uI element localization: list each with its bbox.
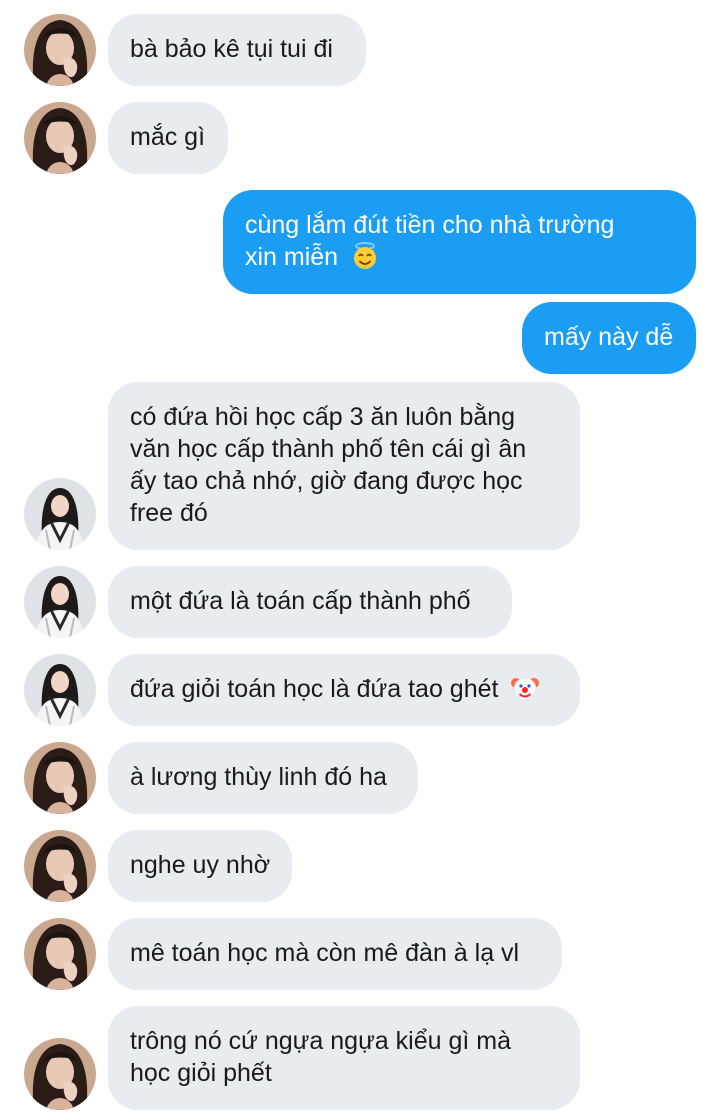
message-bubble[interactable]: một đứa là toán cấp thành phố xyxy=(108,566,512,638)
contact-avatar[interactable] xyxy=(24,478,96,550)
contact-avatar[interactable] xyxy=(24,918,96,990)
contact-avatar[interactable] xyxy=(24,654,96,726)
message-text-line: văn học cấp thành phố tên cái gì ân xyxy=(130,435,527,463)
contact-avatar[interactable] xyxy=(24,830,96,902)
message-text: bà bảo kê tụi tui đi xyxy=(130,35,333,63)
clown-face-emoji xyxy=(511,674,540,710)
contact-avatar[interactable] xyxy=(24,1038,96,1110)
message-text: à lương thùy linh đó ha xyxy=(130,763,387,791)
message-thread[interactable]: bà bảo kê tụi tui đi mắc gì cùng lắm đút… xyxy=(0,0,720,1117)
message-bubble[interactable]: mê toán học mà còn mê đàn à lạ vl xyxy=(108,918,562,990)
message-text-line: free đó xyxy=(130,499,208,527)
contact-avatar[interactable] xyxy=(24,566,96,638)
contact-avatar[interactable] xyxy=(24,742,96,814)
message-text-line: trông nó cứ ngựa ngựa kiểu gì mà xyxy=(130,1027,511,1055)
message-text: nghe uy nhờ xyxy=(130,851,271,879)
message-text-line: có đứa hồi học cấp 3 ăn luôn bằng xyxy=(130,403,516,431)
message-text: mấy này dễ xyxy=(544,323,674,351)
message-text: mắc gì xyxy=(130,123,206,151)
message-text-line: ấy tao chả nhớ, giờ đang được học xyxy=(130,467,523,495)
message-text-line: cùng lắm đút tiền cho nhà trường xyxy=(245,211,615,239)
message-bubble[interactable]: cùng lắm đút tiền cho nhà trường xin miễ… xyxy=(223,190,696,294)
message-bubble[interactable]: bà bảo kê tụi tui đi xyxy=(108,14,366,86)
message-bubble[interactable]: trông nó cứ ngựa ngựa kiểu gì mà học giỏ… xyxy=(108,1006,580,1110)
message-text: mê toán học mà còn mê đàn à lạ vl xyxy=(130,939,520,967)
contact-avatar[interactable] xyxy=(24,102,96,174)
message-bubble[interactable]: có đứa hồi học cấp 3 ăn luôn bằng văn họ… xyxy=(108,382,580,550)
message-text: đứa giỏi toán học là đứa tao ghét xyxy=(130,675,499,703)
message-text-line: xin miễn xyxy=(245,243,339,271)
message-bubble[interactable]: đứa giỏi toán học là đứa tao ghét xyxy=(108,654,580,726)
contact-avatar[interactable] xyxy=(24,14,96,86)
smiling-face-with-halo-emoji xyxy=(351,242,379,278)
message-bubble[interactable]: nghe uy nhờ xyxy=(108,830,292,902)
message-text: một đứa là toán cấp thành phố xyxy=(130,587,471,615)
message-bubble[interactable]: mấy này dễ xyxy=(522,302,696,374)
message-text-line: học giỏi phết xyxy=(130,1059,272,1087)
message-bubble[interactable]: à lương thùy linh đó ha xyxy=(108,742,418,814)
message-bubble[interactable]: mắc gì xyxy=(108,102,228,174)
